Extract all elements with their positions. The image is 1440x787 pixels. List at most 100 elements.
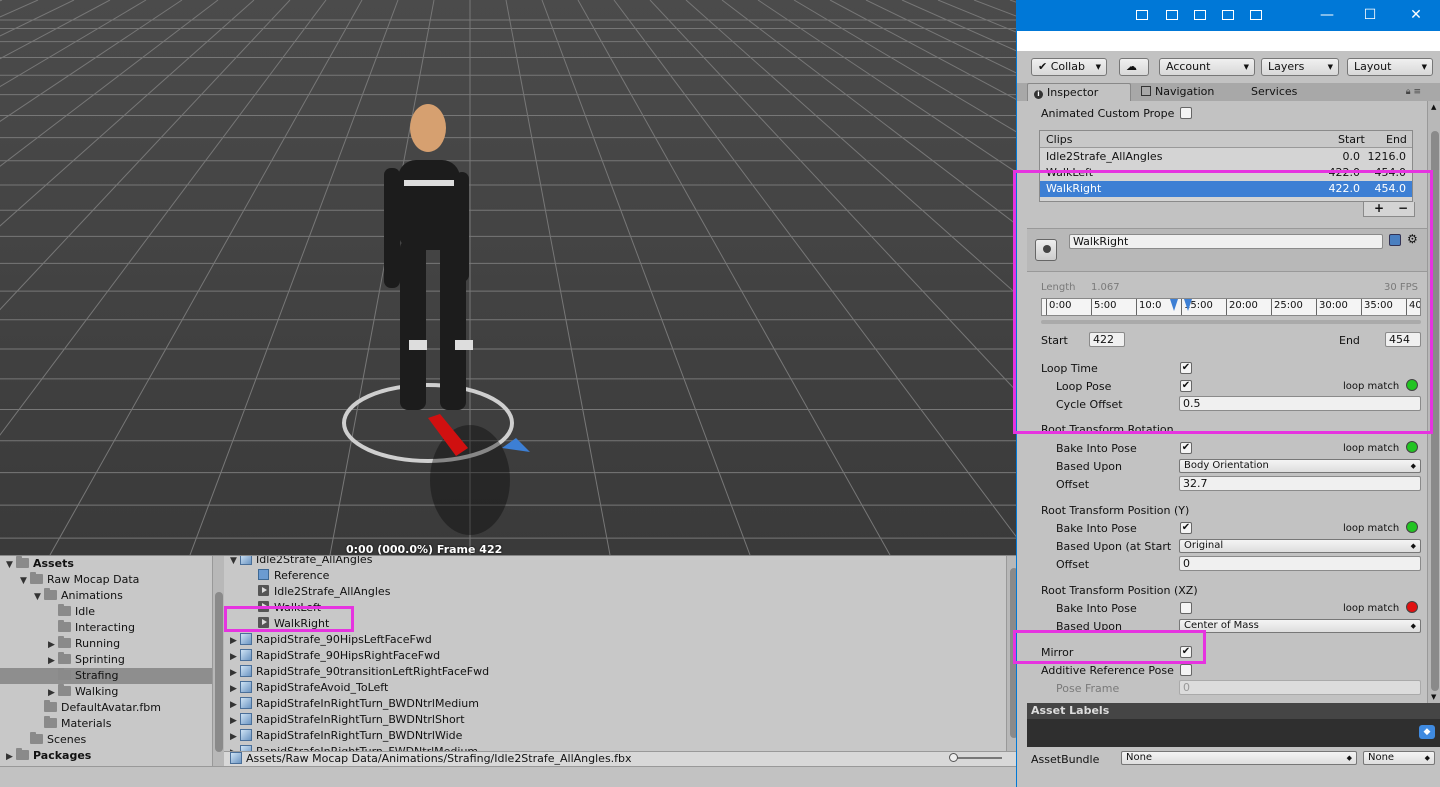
asset-list-item[interactable]: ▶ RapidStrafe_90HipsRightFaceFwd — [230, 648, 440, 664]
collapsed-arrow-icon[interactable]: ▶ — [230, 633, 240, 649]
chevron-updown-icon: ◆ — [1410, 622, 1416, 630]
layout-icon-2[interactable] — [1166, 10, 1178, 20]
chevron-down-icon: ▼ — [1327, 63, 1333, 71]
collapsed-arrow-icon[interactable]: ▶ — [230, 729, 240, 745]
expanded-arrow-icon[interactable]: ▼ — [34, 589, 44, 605]
collab-button[interactable]: ✔ Collab ▼ — [1031, 58, 1107, 76]
check-icon: ✔ — [1038, 60, 1051, 73]
collapsed-arrow-icon[interactable]: ▶ — [230, 681, 240, 697]
asset-list-item[interactable]: ▶ RapidStrafeInRightTurn_BWDNtrlWide — [230, 728, 462, 744]
expanded-arrow-icon[interactable]: ▼ — [20, 573, 30, 589]
collapsed-arrow-icon[interactable]: ▶ — [48, 637, 58, 653]
rtr-based-dropdown[interactable]: Body Orientation ◆ — [1179, 459, 1421, 473]
layout-icon-4[interactable] — [1222, 10, 1234, 20]
collapsed-arrow-icon[interactable]: ▶ — [230, 665, 240, 681]
folder-tree-scrollbar[interactable] — [212, 556, 224, 766]
tab-navigation[interactable]: Navigation — [1135, 83, 1235, 101]
collapsed-arrow-icon[interactable]: ▶ — [230, 649, 240, 665]
asset-list-item[interactable]: ▶ RapidStrafeAvoid_ToLeft — [230, 680, 388, 696]
expanded-arrow-icon[interactable]: ▼ — [230, 556, 240, 569]
animated-custom-props-checkbox[interactable] — [1180, 107, 1192, 119]
maximize-icon[interactable]: ☐ — [1350, 4, 1390, 26]
asset-list-item[interactable]: ▶ RapidStrafe_90transitionLeftRightFaceFw… — [230, 664, 489, 680]
highlight-walkright-asset — [224, 606, 354, 632]
asset-list-item[interactable]: ▶RapidStrafeInRightTurn_FWDNtrlMedium — [230, 744, 478, 751]
clip-name: Idle2Strafe_AllAngles — [1046, 150, 1163, 163]
rty-bake-checkbox[interactable]: ✔ — [1180, 522, 1192, 534]
minimize-icon[interactable]: — — [1307, 4, 1347, 26]
grid-line-vertical — [757, 0, 1016, 173]
rty-based-dropdown[interactable]: Original ◆ — [1179, 539, 1421, 553]
account-button[interactable]: Account ▼ — [1159, 58, 1255, 76]
expanded-arrow-icon[interactable]: ▼ — [6, 557, 16, 573]
rtxz-bake-checkbox[interactable] — [1180, 602, 1192, 614]
tab-inspector[interactable]: i Inspector — [1027, 83, 1131, 101]
collapsed-arrow-icon[interactable]: ▶ — [48, 653, 58, 669]
grid-line-vertical — [937, 0, 1016, 33]
model-icon — [240, 681, 252, 693]
rty-offset-label: Offset — [1056, 558, 1090, 571]
navigation-icon — [1141, 86, 1151, 96]
collapsed-arrow-icon[interactable]: ▶ — [230, 697, 240, 713]
tag-icon[interactable]: ◆ — [1419, 725, 1435, 739]
pose-frame-field[interactable]: 0 — [1179, 680, 1421, 695]
cloud-button[interactable]: ☁ — [1119, 58, 1149, 76]
grid-line-vertical — [0, 0, 183, 123]
folder-tree-item[interactable]: Strafing — [0, 668, 212, 684]
layers-button[interactable]: Layers ▼ — [1261, 58, 1339, 76]
layout-icon-3[interactable] — [1194, 10, 1206, 20]
clip-row[interactable]: Idle2Strafe_AllAngles 0.0 1216.0 — [1040, 149, 1412, 165]
asset-list-item[interactable]: Idle2Strafe_AllAngles — [258, 584, 390, 600]
folder-tree-label: Materials — [61, 717, 112, 730]
layout-button[interactable]: Layout ▼ — [1347, 58, 1433, 76]
asset-list-item[interactable]: Reference — [258, 568, 329, 584]
clips-header: Clips Start End — [1040, 131, 1412, 148]
clip-end: 1216.0 — [1367, 150, 1407, 163]
lock-icon[interactable]: 🔒︎ ≡ — [1406, 87, 1421, 97]
assetbundle-label: AssetBundle — [1031, 753, 1100, 766]
assetbundle-variant-dropdown[interactable]: None ◆ — [1363, 751, 1435, 765]
asset-list-item[interactable]: ▶ RapidStrafeInRightTurn_BWDNtrlShort — [230, 712, 465, 728]
asset-list-label: RapidStrafeInRightTurn_BWDNtrlMedium — [256, 697, 479, 710]
assetbundle-dropdown[interactable]: None ◆ — [1121, 751, 1357, 765]
layout-icon-1[interactable] — [1136, 10, 1148, 20]
tab-services[interactable]: Services — [1245, 83, 1325, 101]
character-stripe — [404, 180, 454, 186]
folder-icon — [30, 572, 43, 584]
loop-match-label-3: loop match — [1343, 523, 1400, 534]
icon-size-slider[interactable] — [949, 753, 1002, 762]
grid-line-vertical — [0, 0, 3, 2]
scroll-up-icon[interactable]: ▲ — [1431, 103, 1436, 111]
asset-list-item[interactable]: ▼ Idle2Strafe_AllAngles — [230, 556, 372, 568]
rty-offset-field[interactable]: 0 — [1179, 556, 1421, 571]
folder-tree-label: Animations — [61, 589, 123, 602]
collapsed-arrow-icon[interactable]: ▶ — [230, 713, 240, 729]
additive-pose-checkbox[interactable] — [1180, 664, 1192, 676]
grid-line-vertical — [0, 0, 219, 167]
asset-path-bar: Assets/Raw Mocap Data/Animations/Strafin… — [224, 751, 1020, 766]
collapsed-arrow-icon[interactable]: ▶ — [6, 749, 16, 765]
slider-knob[interactable] — [949, 753, 958, 762]
asset-list-item[interactable]: ▶ RapidStrafeInRightTurn_BWDNtrlMedium — [230, 696, 479, 712]
scene-view[interactable]: 0:00 (000.0%) Frame 422 — [0, 0, 1016, 555]
asset-list-item[interactable]: ▶ RapidStrafe_90HipsLeftFaceFwd — [230, 632, 432, 648]
grid-line-vertical — [505, 0, 611, 555]
collapsed-arrow-icon[interactable]: ▶ — [48, 685, 58, 701]
close-icon[interactable]: ✕ — [1396, 4, 1436, 26]
fbx-icon — [230, 752, 242, 764]
rty-based-value: Original — [1184, 540, 1224, 551]
character-arm-right — [455, 172, 469, 282]
layout-icon-5[interactable] — [1250, 10, 1262, 20]
grid-line-vertical — [49, 0, 363, 555]
loop-match-label-4: loop match — [1343, 603, 1400, 614]
rtr-offset-field[interactable]: 32.7 — [1179, 476, 1421, 491]
folder-icon — [58, 620, 71, 632]
rtr-bake-checkbox[interactable]: ✔ — [1180, 442, 1192, 454]
character-shadow — [430, 425, 510, 535]
scroll-down-icon[interactable]: ▼ — [1431, 693, 1436, 701]
clips-header-name: Clips — [1046, 133, 1073, 146]
chevron-updown-icon: ◆ — [1410, 542, 1416, 550]
editor-toolbar: ✔ Collab ▼ ☁ Account ▼ Layers ▼ Layout ▼ — [1017, 51, 1440, 83]
grid-line-vertical — [649, 0, 1016, 392]
rtxz-based-dropdown[interactable]: Center of Mass ◆ — [1179, 619, 1421, 633]
